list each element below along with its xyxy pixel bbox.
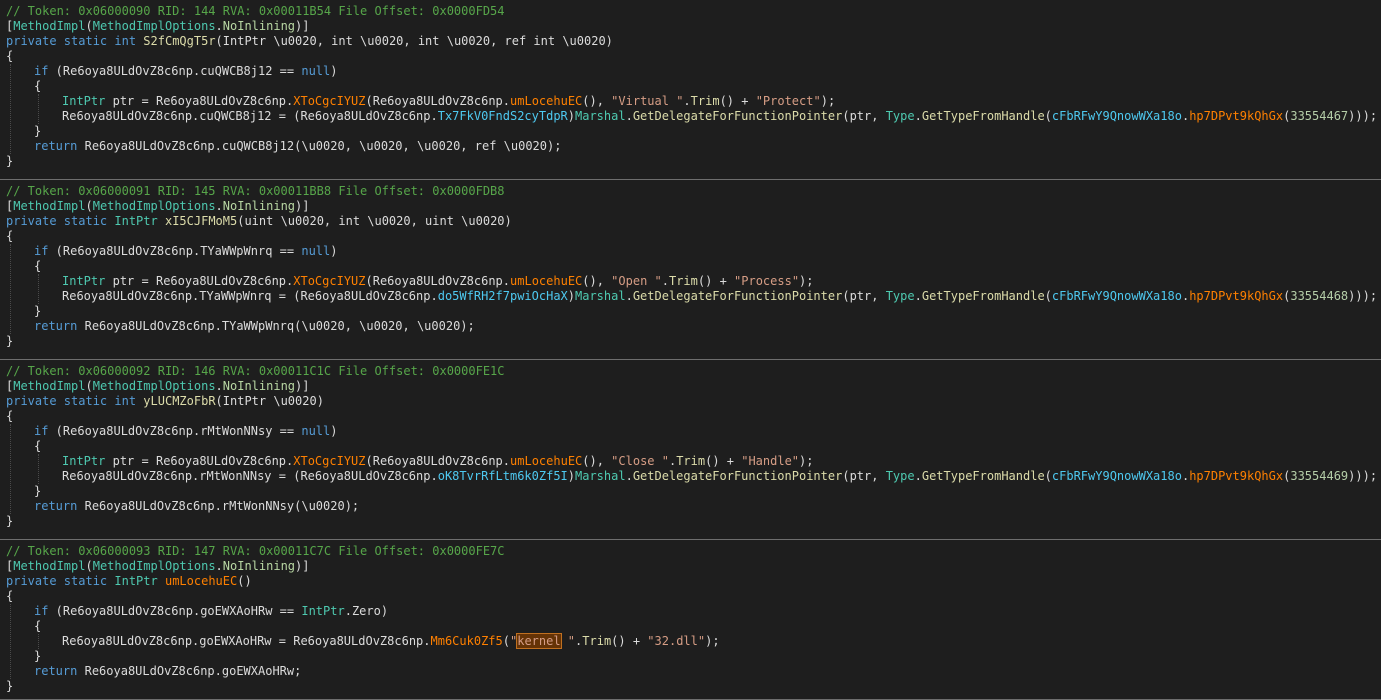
method-name[interactable]: umLocehuEC	[165, 574, 237, 588]
open-brace: {	[6, 589, 14, 603]
search-highlight: kernel	[516, 633, 562, 649]
close-brace: }	[34, 484, 42, 498]
close-brace: }	[34, 304, 42, 318]
method-signature[interactable]: private static int S2fCmQgT5r(IntPtr \u0…	[0, 34, 1381, 49]
close-brace: }	[6, 154, 14, 168]
return-statement: return Re6oya8ULdOvZ8c6np.TYaWWpWnrq(\u0…	[34, 319, 475, 333]
token-comment: // Token: 0x06000093 RID: 147 RVA: 0x000…	[6, 544, 505, 558]
close-brace: }	[6, 679, 14, 693]
method-block-xI5CJFMoM5: // Token: 0x06000091 RID: 145 RVA: 0x000…	[0, 180, 1381, 360]
open-brace: {	[6, 229, 14, 243]
method-attribute: [MethodImpl(MethodImplOptions.NoInlining…	[6, 19, 310, 33]
token-comment: // Token: 0x06000092 RID: 146 RVA: 0x000…	[6, 364, 505, 378]
open-brace: {	[34, 259, 42, 273]
method-name[interactable]: xI5CJFMoM5	[165, 214, 237, 228]
return-statement: return Re6oya8ULdOvZ8c6np.cuQWCB8j12(\u0…	[34, 139, 562, 153]
return-statement: return Re6oya8ULdOvZ8c6np.goEWXAoHRw;	[34, 664, 302, 678]
method-signature[interactable]: private static int yLUCMZoFbR(IntPtr \u0…	[0, 394, 1381, 409]
load-library-assignment: Re6oya8ULdOvZ8c6np.goEWXAoHRw = Re6oya8U…	[62, 633, 720, 649]
open-brace: {	[34, 619, 42, 633]
return-statement: return Re6oya8ULdOvZ8c6np.rMtWonNNsy(\u0…	[34, 499, 360, 513]
close-brace: }	[6, 514, 14, 528]
if-statement: if (Re6oya8ULdOvZ8c6np.goEWXAoHRw == Int…	[34, 604, 389, 618]
open-brace: {	[6, 49, 14, 63]
close-brace: }	[34, 649, 42, 663]
method-block-umLocehuEC: // Token: 0x06000093 RID: 147 RVA: 0x000…	[0, 540, 1381, 700]
ptr-assignment: IntPtr ptr = Re6oya8ULdOvZ8c6np.XToCgcIY…	[62, 454, 814, 468]
if-statement: if (Re6oya8ULdOvZ8c6np.TYaWWpWnrq == nul…	[34, 244, 338, 258]
token-comment: // Token: 0x06000091 RID: 145 RVA: 0x000…	[6, 184, 505, 198]
open-brace: {	[34, 79, 42, 93]
open-brace: {	[34, 439, 42, 453]
method-signature[interactable]: private static IntPtr xI5CJFMoM5(uint \u…	[0, 214, 1381, 229]
method-name[interactable]: S2fCmQgT5r	[143, 34, 215, 48]
close-brace: }	[34, 124, 42, 138]
ptr-assignment: IntPtr ptr = Re6oya8ULdOvZ8c6np.XToCgcIY…	[62, 274, 814, 288]
method-block-yLUCMZoFbR: // Token: 0x06000092 RID: 146 RVA: 0x000…	[0, 360, 1381, 540]
if-statement: if (Re6oya8ULdOvZ8c6np.cuQWCB8j12 == nul…	[34, 64, 338, 78]
method-attribute: [MethodImpl(MethodImplOptions.NoInlining…	[6, 379, 310, 393]
delegate-assignment: Re6oya8ULdOvZ8c6np.cuQWCB8j12 = (Re6oya8…	[62, 109, 1378, 123]
method-attribute: [MethodImpl(MethodImplOptions.NoInlining…	[6, 199, 310, 213]
method-block-S2fCmQgT5r: // Token: 0x06000090 RID: 144 RVA: 0x000…	[0, 0, 1381, 180]
close-brace: }	[6, 334, 14, 348]
delegate-assignment: Re6oya8ULdOvZ8c6np.rMtWonNNsy = (Re6oya8…	[62, 469, 1378, 483]
method-name[interactable]: yLUCMZoFbR	[143, 394, 215, 408]
code-editor[interactable]: // Token: 0x06000090 RID: 144 RVA: 0x000…	[0, 0, 1381, 700]
delegate-assignment: Re6oya8ULdOvZ8c6np.TYaWWpWnrq = (Re6oya8…	[62, 289, 1378, 303]
token-comment: // Token: 0x06000090 RID: 144 RVA: 0x000…	[6, 4, 505, 18]
method-signature[interactable]: private static IntPtr umLocehuEC()	[0, 574, 1381, 589]
open-brace: {	[6, 409, 14, 423]
ptr-assignment: IntPtr ptr = Re6oya8ULdOvZ8c6np.XToCgcIY…	[62, 94, 836, 108]
method-attribute: [MethodImpl(MethodImplOptions.NoInlining…	[6, 559, 310, 573]
if-statement: if (Re6oya8ULdOvZ8c6np.rMtWonNNsy == nul…	[34, 424, 338, 438]
